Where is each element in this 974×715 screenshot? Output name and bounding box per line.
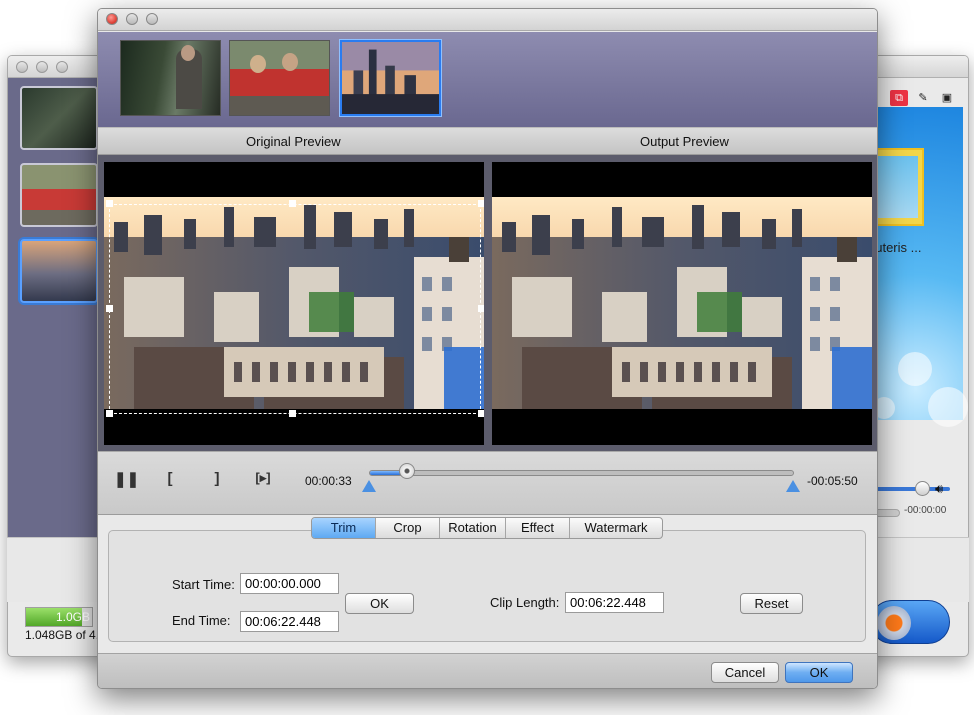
close-icon[interactable] xyxy=(16,61,28,73)
main-thumbnail-2[interactable] xyxy=(20,163,98,227)
original-preview-label: Original Preview xyxy=(246,134,341,149)
clip-length-label: Clip Length: xyxy=(490,595,560,610)
clip-length-field[interactable] xyxy=(565,592,664,613)
crop-handle-bottom-left[interactable] xyxy=(106,410,113,417)
crop-rectangle[interactable] xyxy=(109,204,481,414)
original-preview[interactable] xyxy=(104,162,484,445)
play-range-icon[interactable]: [▸] xyxy=(248,470,278,486)
reset-button[interactable]: Reset xyxy=(740,593,803,614)
main-thumbnail-3[interactable] xyxy=(20,239,98,303)
disc-capacity-label: 1.0GB xyxy=(55,610,90,624)
output-video-frame xyxy=(492,197,872,409)
tab-crop[interactable]: Crop xyxy=(376,518,440,538)
crop-handle-top-left[interactable] xyxy=(106,200,113,207)
end-marker[interactable] xyxy=(786,480,800,492)
disc-capacity-bar: 1.0GB xyxy=(25,607,93,627)
minimize-icon[interactable] xyxy=(126,13,138,25)
trim-ok-button[interactable]: OK xyxy=(345,593,414,614)
cancel-button[interactable]: Cancel xyxy=(711,662,779,683)
end-time-label: End Time: xyxy=(172,613,231,628)
subtitle-icon[interactable]: ⧉ xyxy=(890,90,908,106)
video-thumbnail-strip xyxy=(98,32,877,127)
menu-time: -00:00:00 xyxy=(904,505,947,516)
output-preview xyxy=(492,162,872,445)
speaker-icon[interactable]: 🔊︎ xyxy=(935,481,943,497)
ok-button[interactable]: OK xyxy=(785,662,853,683)
start-time-field[interactable] xyxy=(240,573,339,594)
city-skyline-thumbnail[interactable] xyxy=(340,40,441,116)
disc-size-label: 1.048GB of 4.7GB xyxy=(25,628,97,642)
dialog-titlebar xyxy=(98,9,877,31)
edit-tabs: Trim Crop Rotation Effect Watermark xyxy=(311,517,663,539)
mark-in-icon[interactable]: [ xyxy=(159,470,181,487)
trim-panel: Start Time: OK End Time: Clip Length: Re… xyxy=(108,530,866,642)
crop-handle-bottom-right[interactable] xyxy=(478,410,484,417)
pause-icon[interactable]: ❚❚ xyxy=(114,470,139,488)
tab-watermark[interactable]: Watermark xyxy=(570,518,662,538)
crop-handle-right[interactable] xyxy=(478,305,484,312)
playback-controls: ❚❚ [ ] [▸] 00:00:33 -00:05:50 xyxy=(98,451,877,515)
crop-handle-top[interactable] xyxy=(289,200,296,207)
start-marker[interactable] xyxy=(362,480,376,492)
image-icon[interactable]: ▣ xyxy=(938,90,956,106)
current-time: 00:00:33 xyxy=(305,474,352,488)
movie-thumbnail-1[interactable] xyxy=(120,40,221,116)
disc-icon xyxy=(877,606,911,640)
timeline-knob[interactable] xyxy=(399,463,416,479)
zoom-icon[interactable] xyxy=(146,13,158,25)
movie-thumbnail-2[interactable] xyxy=(229,40,330,116)
close-icon[interactable] xyxy=(106,13,118,25)
remaining-time: -00:05:50 xyxy=(807,474,858,488)
zoom-icon[interactable] xyxy=(56,61,68,73)
crop-handle-left[interactable] xyxy=(106,305,113,312)
volume-knob[interactable] xyxy=(915,481,930,496)
output-preview-label: Output Preview xyxy=(640,134,729,149)
timeline-slider[interactable] xyxy=(369,470,794,476)
crop-handle-bottom[interactable] xyxy=(289,410,296,417)
burn-button[interactable] xyxy=(870,600,950,644)
dialog-footer: Cancel OK xyxy=(98,653,877,688)
minimize-icon[interactable] xyxy=(36,61,48,73)
main-thumbnail-1[interactable] xyxy=(20,86,98,150)
preview-area xyxy=(98,155,877,451)
tab-effect[interactable]: Effect xyxy=(506,518,570,538)
crop-handle-top-right[interactable] xyxy=(478,200,484,207)
start-time-label: Start Time: xyxy=(172,577,235,592)
main-thumbnail-sidebar xyxy=(8,78,100,593)
edit-dialog: Original Preview Output Preview ❚❚ [ ] [… xyxy=(97,8,878,689)
main-toolbar: ⧉ ✎ ▣ xyxy=(890,90,956,106)
tab-trim[interactable]: Trim xyxy=(312,518,376,538)
tab-rotation[interactable]: Rotation xyxy=(440,518,506,538)
preview-header: Original Preview Output Preview xyxy=(98,127,877,155)
mark-out-icon[interactable]: ] xyxy=(206,470,228,487)
end-time-field[interactable] xyxy=(240,611,339,632)
edit-icon[interactable]: ✎ xyxy=(914,90,932,106)
